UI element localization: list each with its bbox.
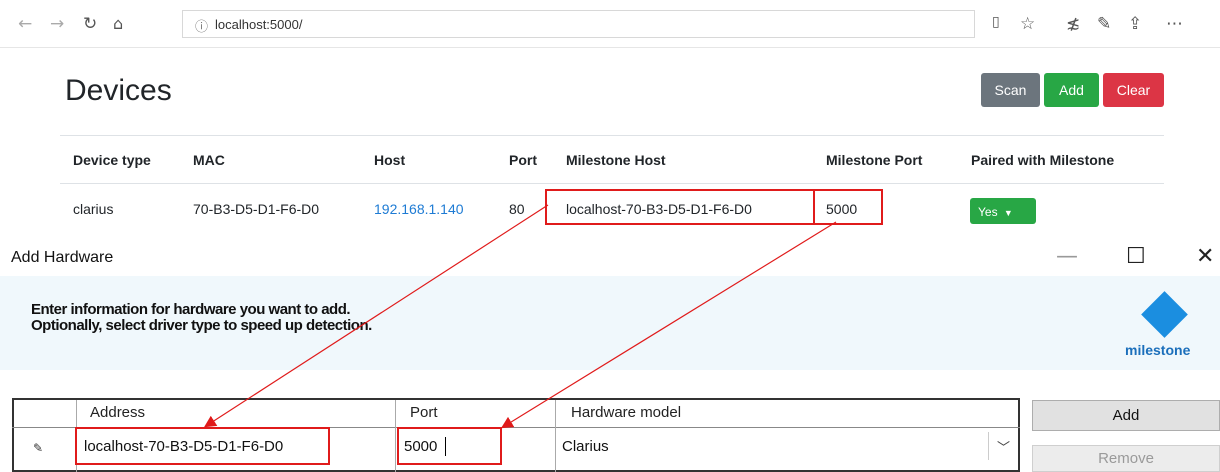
arrow-host-to-address: [203, 204, 549, 428]
annotation-arrows: [203, 204, 837, 429]
arrow-port-to-port: [500, 221, 837, 429]
